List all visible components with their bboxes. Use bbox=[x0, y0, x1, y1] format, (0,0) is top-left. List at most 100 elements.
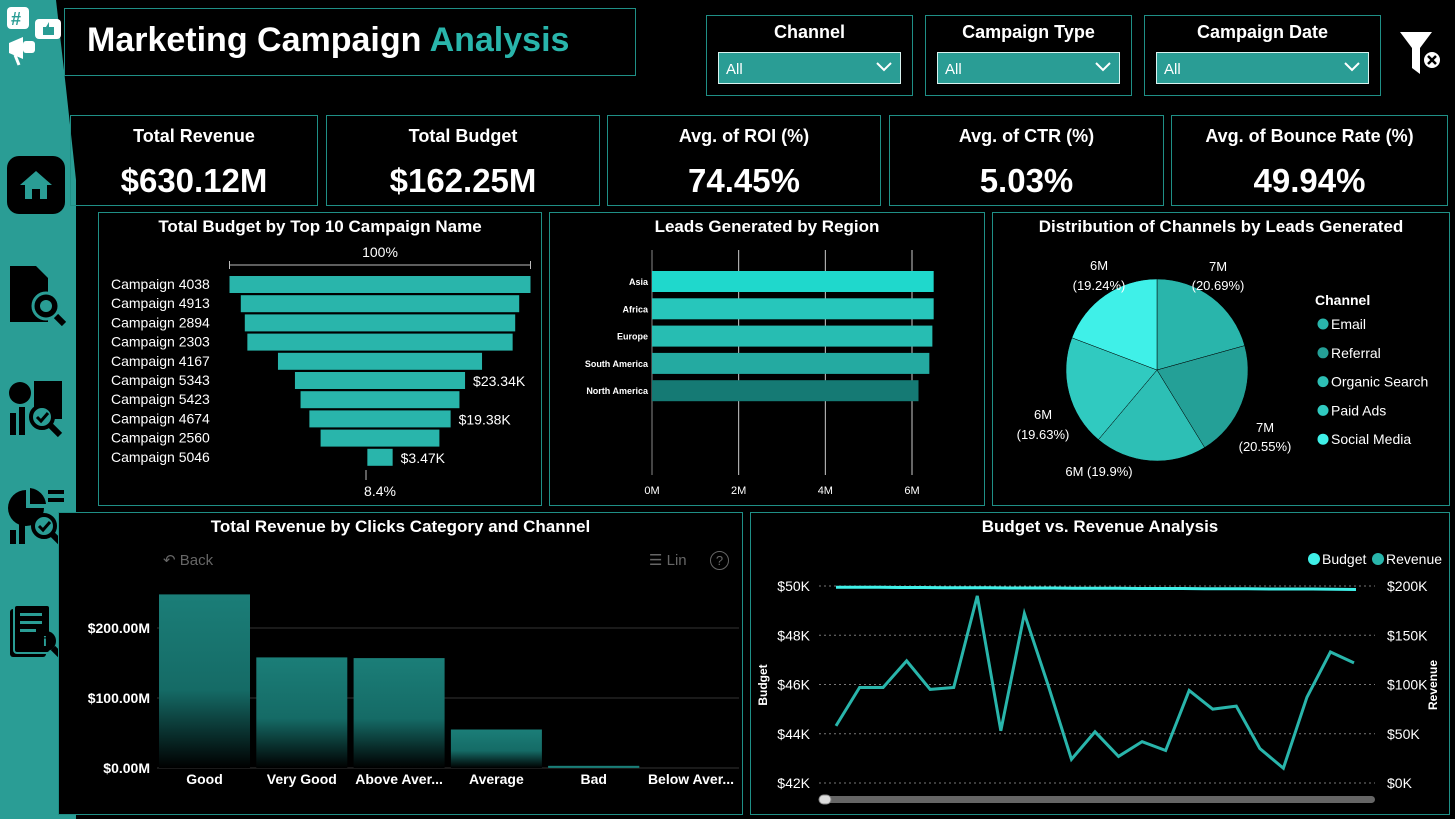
region-bar bbox=[652, 298, 934, 320]
dropdown-value: All bbox=[1164, 61, 1181, 78]
title-box: Marketing Campaign Analysis bbox=[64, 8, 636, 76]
y-tick-label-right: $0K bbox=[1387, 775, 1413, 791]
legend-label: Email bbox=[1331, 316, 1366, 332]
x-tick-label: 2M bbox=[731, 485, 746, 497]
y-axis-label-left: Budget bbox=[756, 664, 770, 705]
region-label: Europe bbox=[617, 332, 648, 342]
funnel-data-label: $3.47K bbox=[401, 450, 446, 466]
channel-pie-chart: 7M (20.69%) 7M (20.55%) 6M (19.9%) 6M (19.63%)… bbox=[1017, 258, 1429, 479]
filter-clear-icon bbox=[1400, 32, 1442, 74]
dropdown-value: All bbox=[945, 61, 962, 78]
funnel-data-label: $23.34K bbox=[473, 373, 526, 389]
funnel-bar bbox=[367, 448, 393, 466]
funnel-bar bbox=[277, 352, 483, 370]
svg-text:i: i bbox=[43, 633, 47, 649]
kpi-value: $630.12M bbox=[120, 162, 268, 199]
region-chart-panel: Leads Generated by Region 0M 2M 4M 6M Asia Af… bbox=[549, 212, 985, 506]
campaign-type-dropdown[interactable]: All bbox=[937, 52, 1120, 84]
y-tick-label-left: $48K bbox=[777, 627, 810, 643]
campaign-date-dropdown[interactable]: All bbox=[1156, 52, 1369, 84]
info-report-button[interactable]: i bbox=[6, 602, 66, 662]
legend-marker bbox=[1317, 318, 1329, 330]
budget-revenue-panel: Budget vs. Revenue Analysis Budget Revenu… bbox=[750, 512, 1450, 815]
slicer-label: Campaign Type bbox=[962, 22, 1095, 42]
slicer-label: Campaign Date bbox=[1196, 22, 1329, 42]
clicks-bar bbox=[159, 594, 250, 768]
x-tick-label: 6M bbox=[904, 485, 919, 497]
legend-label: Organic Search bbox=[1331, 374, 1428, 390]
region-label: South America bbox=[585, 359, 649, 369]
funnel-category-label: Campaign 4913 bbox=[111, 295, 210, 311]
title-main: Marketing Campaign bbox=[87, 21, 422, 59]
funnel-category-label: Campaign 2894 bbox=[111, 314, 210, 330]
clear-filters-button[interactable] bbox=[1398, 30, 1444, 78]
region-label: Asia bbox=[629, 277, 649, 287]
x-tick-label: Bad bbox=[580, 771, 606, 787]
funnel-bar bbox=[244, 314, 516, 332]
funnel-category-label: Campaign 5046 bbox=[111, 449, 210, 465]
chevron-down-icon bbox=[1095, 62, 1111, 72]
funnel-category-label: Campaign 2560 bbox=[111, 430, 210, 446]
pie-data-label: 6M (19.9%) bbox=[1065, 464, 1132, 479]
slicer-label: Channel bbox=[773, 22, 845, 42]
y-tick-label-left: $46K bbox=[777, 677, 810, 693]
y-tick-label-left: $50K bbox=[777, 578, 810, 594]
legend-marker-budget bbox=[1308, 553, 1320, 565]
x-tick-label: Above Aver... bbox=[355, 771, 443, 787]
kpi-card-avg-ctr: Avg. of CTR (%) 5.03% bbox=[889, 115, 1164, 206]
funnel-chart: 100% Campaign 4038 Campaign 4913 Campaign 2… bbox=[111, 244, 531, 499]
home-button[interactable] bbox=[6, 155, 66, 215]
scrollbar-handle bbox=[818, 794, 832, 805]
kpi-label: Avg. of ROI (%) bbox=[678, 126, 810, 146]
campaign-review-button[interactable] bbox=[6, 265, 66, 326]
y-tick-label: $0.00M bbox=[103, 760, 150, 776]
y-tick-label: $200.00M bbox=[88, 620, 150, 636]
funnel-category-label: Campaign 5343 bbox=[111, 372, 210, 388]
x-tick-label: Average bbox=[469, 771, 524, 787]
analytics-button[interactable] bbox=[6, 378, 66, 438]
marketing-logo-icon: # bbox=[4, 6, 64, 66]
kpi-value: 49.94% bbox=[1253, 162, 1366, 199]
legend-label: Revenue bbox=[1386, 551, 1442, 567]
pie-data-label: 6M bbox=[1090, 258, 1108, 273]
y-tick-label-right: $50K bbox=[1387, 726, 1420, 742]
kpi-label: Avg. of CTR (%) bbox=[958, 126, 1095, 146]
funnel-bar bbox=[229, 276, 531, 293]
funnel-category-label: Campaign 4674 bbox=[111, 410, 210, 426]
clicks-bar-chart: $0.00M $100.00M $200.00M Good Very Good Above… bbox=[88, 594, 739, 787]
kpi-value: $162.25M bbox=[389, 162, 537, 199]
y-tick-label-left: $42K bbox=[777, 775, 810, 791]
kpi-card-total-revenue: Total Revenue $630.12M bbox=[70, 115, 318, 206]
kpi-value: 5.03% bbox=[979, 162, 1074, 199]
legend-label: Paid Ads bbox=[1331, 402, 1386, 418]
legend-title: Channel bbox=[1315, 292, 1370, 308]
dropdown-value: All bbox=[726, 61, 743, 78]
pie-chart-panel: Distribution of Channels by Leads Genera… bbox=[992, 212, 1450, 506]
campaign-date-slicer: Campaign Date All bbox=[1144, 15, 1381, 96]
x-tick-label: Good bbox=[186, 771, 223, 787]
y-tick-label: $100.00M bbox=[88, 690, 150, 706]
scrollbar-track bbox=[819, 796, 1375, 803]
pie-data-label: (19.24%) bbox=[1073, 278, 1126, 293]
legend-marker bbox=[1317, 404, 1329, 416]
channel-dropdown[interactable]: All bbox=[718, 52, 901, 84]
legend-label: Social Media bbox=[1331, 431, 1411, 447]
clicks-chart-panel: Total Revenue by Clicks Category and Cha… bbox=[58, 512, 743, 815]
funnel-bar bbox=[294, 372, 466, 389]
kpi-label: Total Revenue bbox=[133, 126, 255, 146]
pie-data-label: 7M bbox=[1209, 259, 1227, 274]
campaign-type-slicer: Campaign Type All bbox=[925, 15, 1132, 96]
legend-label: Referral bbox=[1331, 345, 1381, 361]
svg-text:#: # bbox=[11, 9, 21, 29]
y-tick-label-right: $100K bbox=[1387, 677, 1428, 693]
home-icon bbox=[7, 156, 65, 214]
region-bar bbox=[652, 380, 919, 402]
funnel-bar bbox=[309, 410, 451, 428]
legend-marker-revenue bbox=[1372, 553, 1384, 565]
insights-button[interactable] bbox=[6, 487, 66, 547]
document-search-icon bbox=[10, 266, 66, 326]
legend-label: Budget bbox=[1322, 551, 1366, 567]
clicks-bar bbox=[450, 729, 542, 768]
x-tick-label: Very Good bbox=[267, 771, 337, 787]
kpi-card-total-budget: Total Budget $162.25M bbox=[326, 115, 600, 206]
